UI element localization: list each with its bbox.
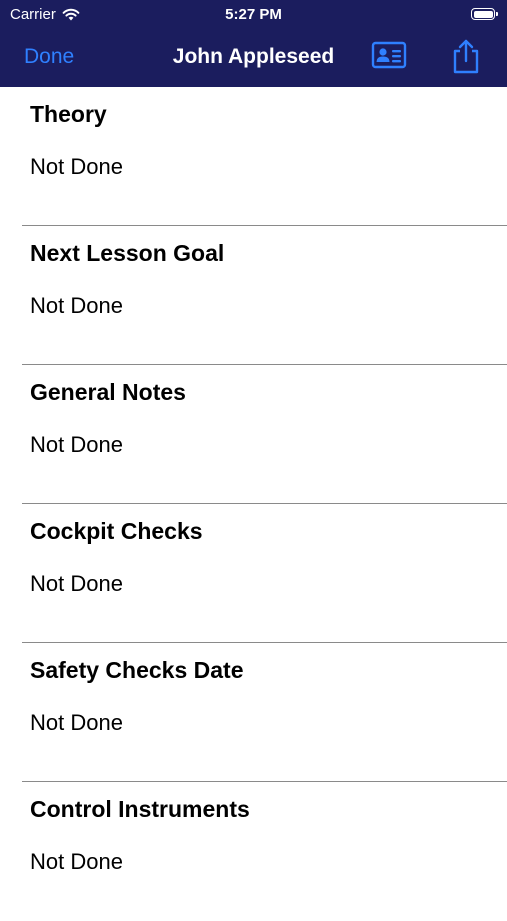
section-control-instruments[interactable]: Control Instruments Not Done	[0, 782, 507, 921]
share-button[interactable]	[449, 38, 489, 76]
section-title: General Notes	[30, 379, 186, 405]
battery-icon	[471, 8, 498, 20]
done-button[interactable]: Done	[24, 45, 74, 69]
contact-card-icon	[371, 41, 407, 69]
section-safety-checks-date[interactable]: Safety Checks Date Not Done	[0, 643, 507, 782]
status-bar: Carrier 5:27 PM	[0, 0, 507, 30]
section-general-notes[interactable]: General Notes Not Done	[0, 365, 507, 504]
section-title: Cockpit Checks	[30, 518, 203, 544]
section-theory[interactable]: Theory Not Done	[0, 87, 507, 226]
section-cockpit-checks[interactable]: Cockpit Checks Not Done	[0, 504, 507, 643]
page-title: John Appleseed	[172, 45, 335, 68]
status-time: 5:27 PM	[225, 6, 282, 23]
section-title: Next Lesson Goal	[30, 240, 225, 266]
contact-card-button[interactable]	[371, 40, 411, 78]
share-icon	[453, 39, 479, 74]
section-value: Not Done	[30, 432, 123, 457]
section-title: Safety Checks Date	[30, 657, 244, 683]
section-value: Not Done	[30, 710, 123, 735]
navigation-bar: Done John Appleseed	[0, 30, 507, 87]
section-next-lesson-goal[interactable]: Next Lesson Goal Not Done	[0, 226, 507, 365]
section-title: Control Instruments	[30, 796, 250, 822]
section-value: Not Done	[30, 571, 123, 596]
section-value: Not Done	[30, 154, 123, 179]
section-value: Not Done	[30, 849, 123, 874]
section-value: Not Done	[30, 293, 123, 318]
section-title: Theory	[30, 101, 107, 127]
sections-list: Theory Not Done Next Lesson Goal Not Don…	[0, 87, 507, 921]
